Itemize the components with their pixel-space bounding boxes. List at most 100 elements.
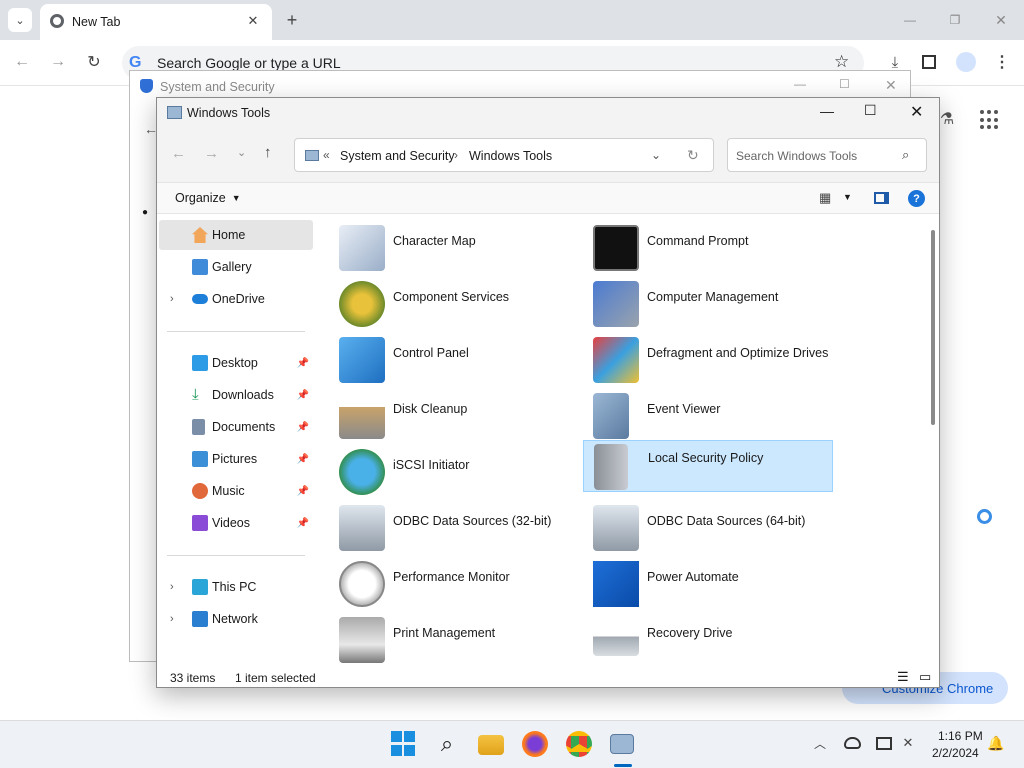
recent-locations-icon[interactable]: ⌄	[237, 146, 246, 159]
reload-icon[interactable]: ↻	[84, 52, 104, 72]
back-icon[interactable]: ←	[12, 52, 32, 72]
clock-time[interactable]: 1:16 PM	[938, 729, 983, 743]
volume-muted-icon[interactable]: ✕	[900, 735, 916, 751]
breadcrumb-system-security[interactable]: System and Security	[340, 149, 455, 163]
nav-home-label: Home	[212, 228, 246, 242]
nav-this-pc[interactable]: › This PC	[159, 572, 313, 602]
nav-videos-label: Videos	[212, 516, 250, 530]
list-item-selected[interactable]: Local Security Policy	[583, 440, 833, 492]
notification-bell-icon[interactable]: 🔔	[987, 735, 1004, 751]
restore-button[interactable]: ❐	[945, 8, 965, 32]
list-item[interactable]: ODBC Data Sources (64-bit)	[583, 500, 833, 552]
apps-grid-icon[interactable]	[980, 110, 1000, 130]
show-hidden-icons-icon[interactable]: ︿	[812, 735, 828, 751]
item-label: Command Prompt	[647, 234, 749, 248]
ss-maximize-button[interactable]: ☐	[839, 77, 850, 91]
file-explorer-icon[interactable]	[478, 735, 504, 755]
download-icon[interactable]: ⤓	[885, 52, 905, 72]
preview-pane-icon[interactable]	[874, 192, 889, 204]
nav-pictures[interactable]: Pictures 📌	[159, 444, 313, 474]
content-scrollbar[interactable]	[931, 230, 935, 425]
nav-onedrive[interactable]: › OneDrive	[159, 284, 313, 314]
search-box[interactable]: Search Windows Tools ⌕	[727, 138, 927, 172]
power-automate-icon	[593, 561, 639, 607]
pictures-icon	[192, 451, 208, 467]
bookmark-star-icon[interactable]: ☆	[834, 52, 849, 72]
windows-tools-taskbar-icon[interactable]	[610, 734, 634, 754]
close-button[interactable]: ✕	[991, 8, 1011, 32]
list-item[interactable]: Power Automate	[583, 556, 833, 608]
tab-search-button[interactable]: ⌄	[8, 8, 32, 32]
network-status-icon[interactable]	[876, 737, 892, 750]
nav-home[interactable]: Home	[159, 220, 313, 250]
list-item[interactable]: Component Services	[329, 276, 579, 328]
profile-avatar[interactable]	[956, 52, 976, 72]
pin-icon: 📌	[296, 485, 309, 497]
list-item[interactable]: Control Panel	[329, 332, 579, 384]
list-item[interactable]: iSCSI Initiator	[329, 444, 579, 496]
forward-icon[interactable]: →	[48, 52, 68, 72]
details-view-icon[interactable]: ☰	[897, 669, 909, 685]
list-item[interactable]: ODBC Data Sources (32-bit)	[329, 500, 579, 552]
refresh-icon[interactable]: ↻	[687, 147, 699, 164]
view-options-icon[interactable]: ▦	[819, 190, 831, 206]
labs-icon[interactable]: ⚗	[938, 108, 956, 130]
chrome-taskbar-icon[interactable]	[566, 731, 592, 757]
list-item[interactable]: Print Management	[329, 612, 579, 664]
tab-close-icon[interactable]: ✕	[244, 12, 262, 30]
desktop-icon	[192, 355, 208, 371]
item-count: 33 items	[170, 671, 216, 685]
address-bar[interactable]: « System and Security › Windows Tools ⌄ …	[294, 138, 714, 172]
list-item[interactable]: Computer Management	[583, 276, 833, 328]
expand-chevron-icon[interactable]: ›	[170, 613, 174, 625]
item-label: Recovery Drive	[647, 626, 733, 640]
help-icon[interactable]: ?	[908, 190, 925, 207]
large-icons-view-icon[interactable]: ▭	[919, 669, 931, 685]
expand-chevron-icon[interactable]: ›	[170, 293, 174, 305]
nav-network[interactable]: › Network	[159, 604, 313, 634]
explorer-close-button[interactable]: ✕	[910, 102, 923, 122]
ss-minimize-button[interactable]: —	[794, 77, 806, 91]
menu-icon[interactable]: ⋮	[992, 52, 1012, 72]
back-arrow-icon[interactable]: ←	[171, 145, 186, 162]
side-panel-icon[interactable]	[922, 55, 936, 69]
expand-chevron-icon[interactable]: ›	[170, 581, 174, 593]
documents-icon	[192, 419, 205, 435]
start-icon[interactable]	[391, 731, 417, 757]
explorer-minimize-button[interactable]: —	[820, 103, 834, 119]
list-item[interactable]: Defragment and Optimize Drives	[583, 332, 833, 384]
breadcrumb-windows-tools[interactable]: Windows Tools	[469, 149, 552, 163]
nav-music[interactable]: Music 📌	[159, 476, 313, 506]
onedrive-status-icon[interactable]	[844, 737, 861, 749]
breadcrumb-overflow[interactable]: «	[323, 148, 330, 162]
organize-button[interactable]: Organize ▼	[175, 191, 241, 205]
list-item[interactable]: Recovery Drive	[583, 612, 833, 664]
new-tab-button[interactable]: +	[282, 8, 302, 32]
minimize-button[interactable]: —	[900, 8, 920, 32]
nav-desktop[interactable]: Desktop 📌	[159, 348, 313, 378]
pin-icon: 📌	[296, 517, 309, 529]
tab-new-tab[interactable]: New Tab ✕	[40, 4, 272, 40]
search-placeholder: Search Windows Tools	[736, 149, 858, 163]
this-pc-icon	[192, 579, 208, 595]
nav-videos[interactable]: Videos 📌	[159, 508, 313, 538]
explorer-maximize-button[interactable]: ☐	[864, 102, 877, 119]
event-viewer-icon	[593, 393, 629, 439]
nav-documents[interactable]: Documents 📌	[159, 412, 313, 442]
list-item[interactable]: Performance Monitor	[329, 556, 579, 608]
up-arrow-icon[interactable]: ↑	[264, 144, 272, 161]
address-dropdown-icon[interactable]: ⌄	[651, 148, 661, 162]
home-icon	[192, 227, 208, 243]
list-item[interactable]: Command Prompt	[583, 220, 833, 272]
clock-date[interactable]: 2/2/2024	[932, 746, 979, 760]
nav-gallery[interactable]: Gallery	[159, 252, 313, 282]
search-icon[interactable]: ⌕	[434, 731, 460, 757]
ss-close-button[interactable]: ✕	[885, 77, 897, 94]
view-dropdown-icon[interactable]: ▼	[843, 192, 852, 202]
list-item[interactable]: Event Viewer	[583, 388, 833, 440]
nav-downloads[interactable]: ⤓ Downloads 📌	[159, 380, 313, 410]
list-item[interactable]: Disk Cleanup	[329, 388, 579, 440]
firefox-icon[interactable]	[522, 731, 548, 757]
forward-arrow-icon[interactable]: →	[204, 145, 219, 162]
list-item[interactable]: Character Map	[329, 220, 579, 272]
